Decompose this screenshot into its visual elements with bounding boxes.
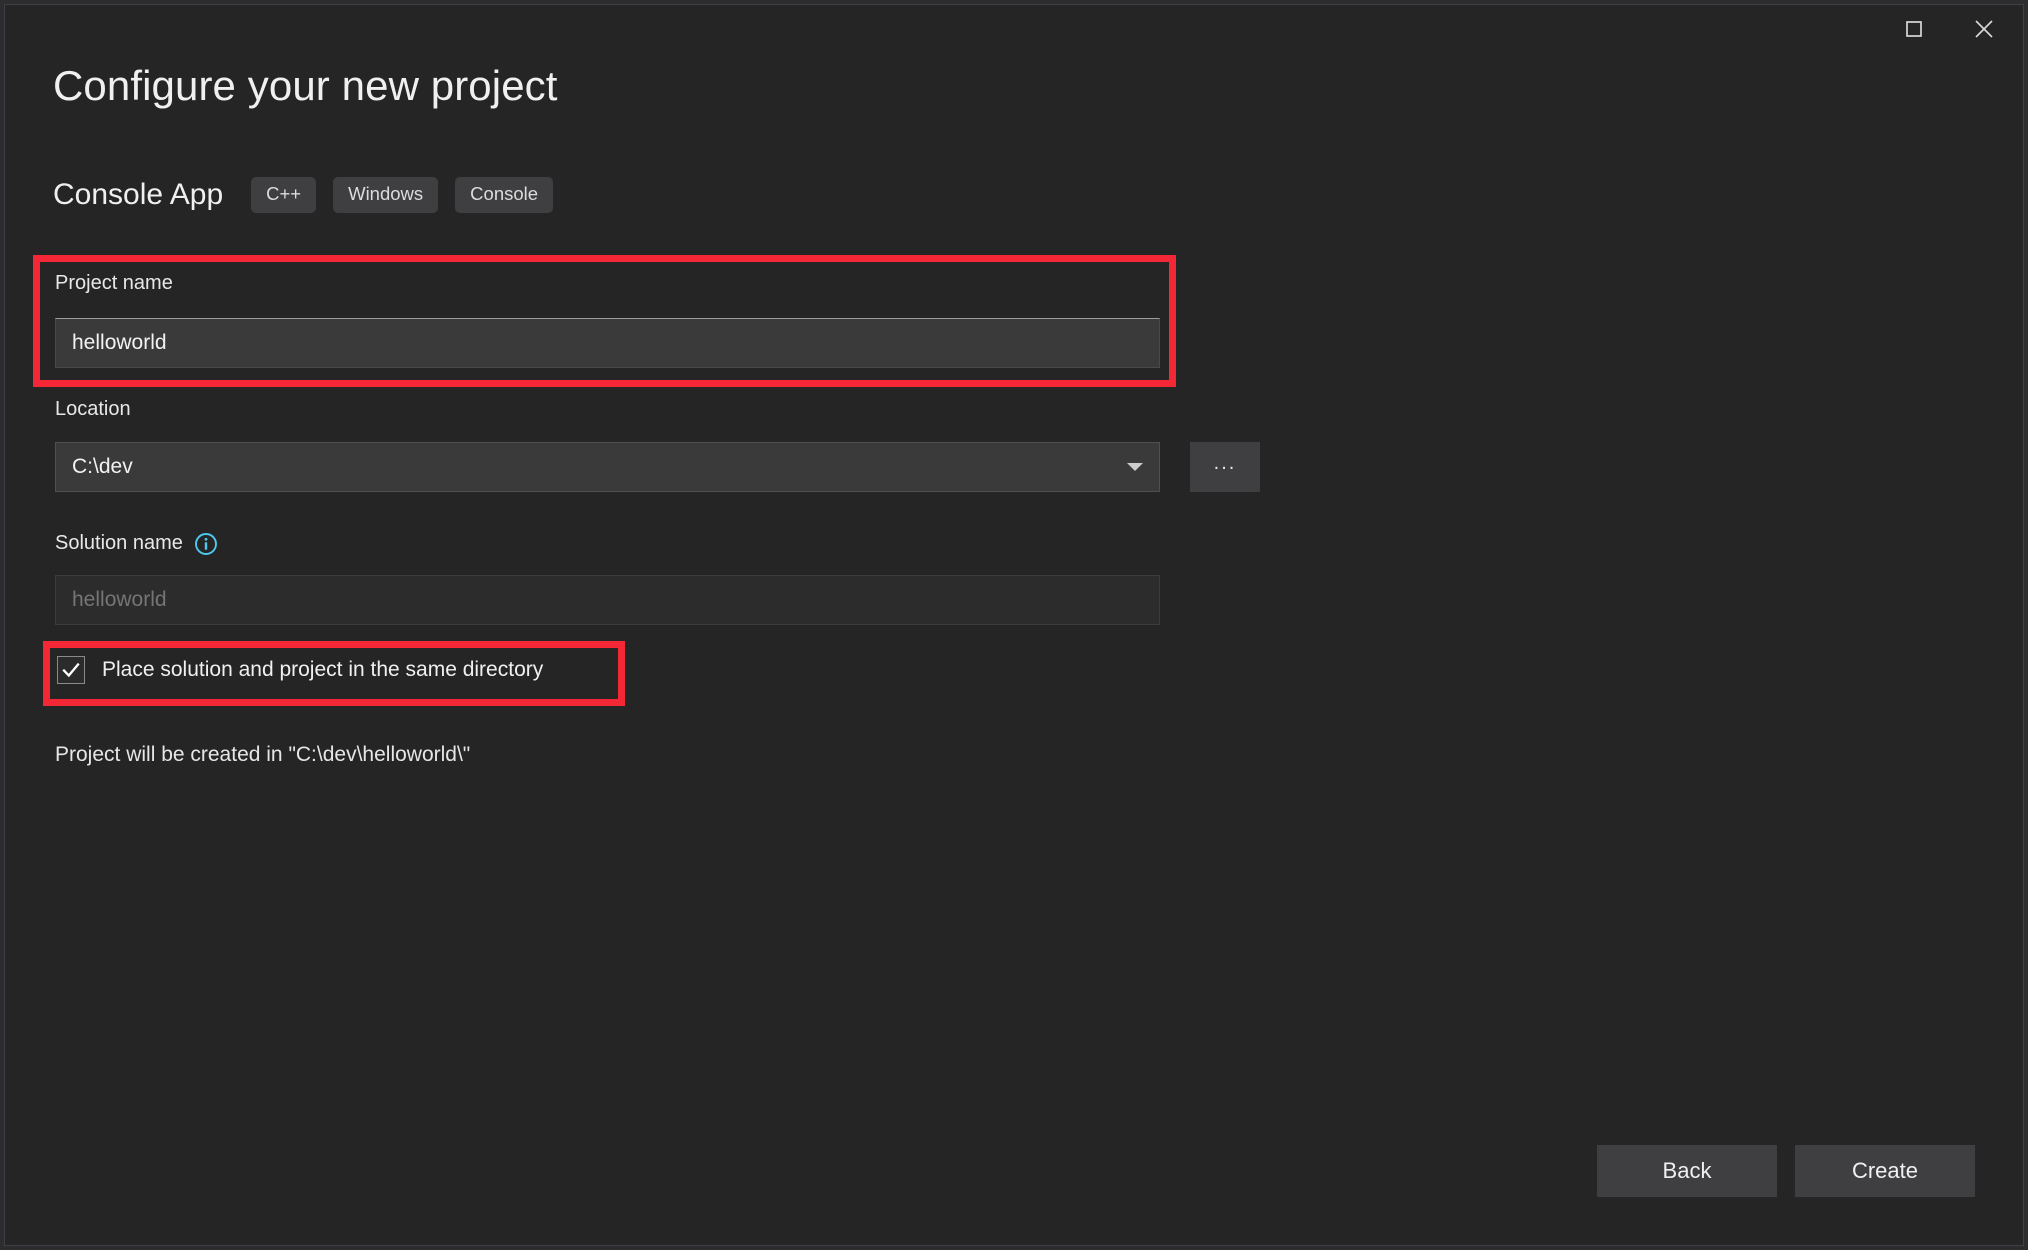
configure-project-dialog: Configure your new project Console App C… (4, 4, 2024, 1246)
title-bar (5, 5, 2023, 61)
same-directory-checkbox[interactable] (57, 656, 85, 684)
tag-project-type: Console (455, 177, 554, 213)
maximize-button[interactable] (1883, 5, 1945, 53)
project-name-label: Project name (55, 272, 173, 294)
location-label: Location (55, 398, 131, 420)
browse-location-button[interactable]: ... (1190, 442, 1260, 492)
create-button[interactable]: Create (1795, 1145, 1975, 1197)
solution-name-label-group: Solution name (55, 531, 218, 555)
close-button[interactable] (1953, 5, 2015, 53)
same-directory-label: Place solution and project in the same d… (102, 658, 544, 681)
template-name: Console App (53, 178, 224, 211)
chevron-down-icon (1127, 463, 1143, 471)
close-icon (1972, 17, 1996, 41)
location-combobox[interactable]: C:\dev (55, 442, 1160, 492)
tag-language: C++ (251, 177, 317, 213)
solution-name-input[interactable] (55, 575, 1160, 625)
checkmark-icon (62, 662, 80, 678)
tag-platform: Windows (333, 177, 439, 213)
info-icon[interactable] (194, 532, 218, 556)
location-value: C:\dev (72, 455, 133, 478)
maximize-icon (1904, 19, 1924, 39)
back-button[interactable]: Back (1597, 1145, 1777, 1197)
project-name-input[interactable] (55, 318, 1160, 368)
page-title: Configure your new project (53, 62, 558, 109)
same-directory-checkbox-row[interactable]: Place solution and project in the same d… (57, 650, 543, 690)
dialog-footer: Back Create (1597, 1145, 1975, 1197)
solution-name-label: Solution name (55, 531, 183, 554)
template-summary: Console App C++ Windows Console (53, 173, 570, 217)
project-path-status: Project will be created in "C:\dev\hello… (55, 743, 471, 766)
